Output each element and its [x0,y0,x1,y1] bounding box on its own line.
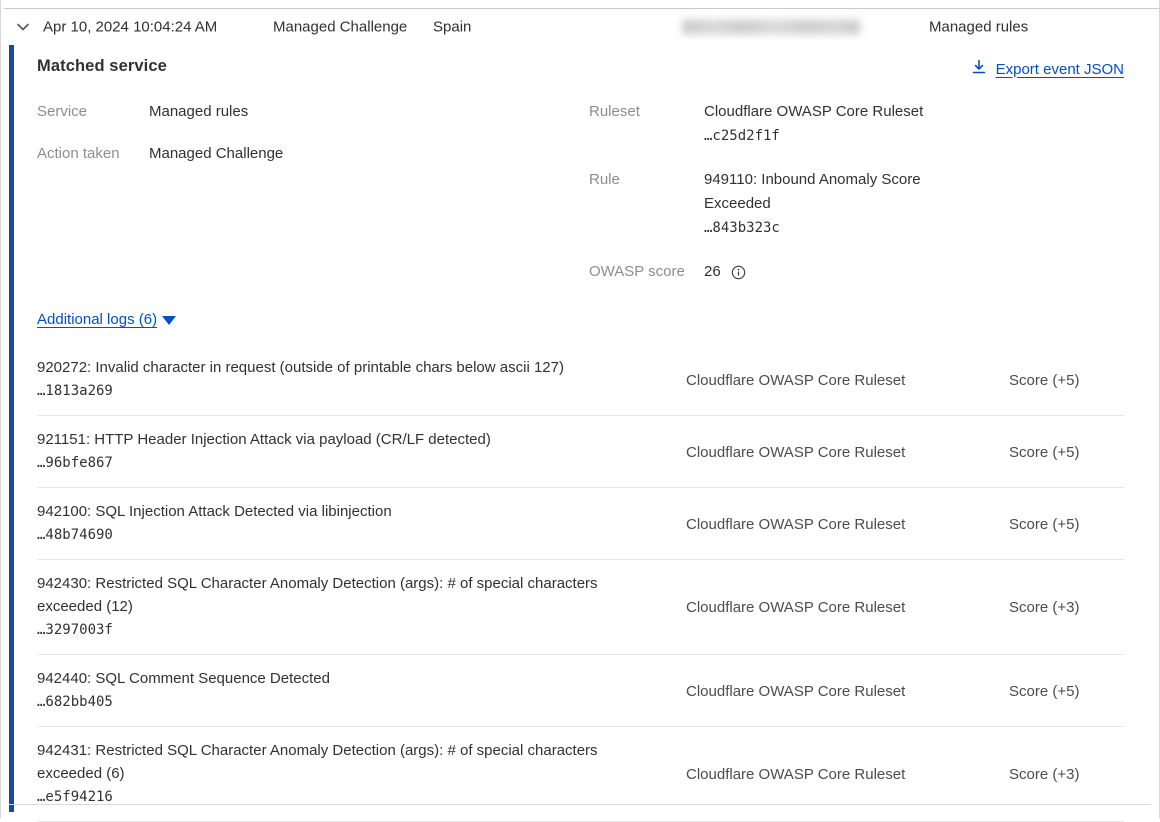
field-action-taken: Action taken Managed Challenge [37,142,283,166]
log-rule-hash: …682bb405 [37,694,113,710]
log-rule-cell: 942100: SQL Injection Attack Detected vi… [37,500,686,548]
log-rule-description: 942100: SQL Injection Attack Detected vi… [37,503,392,520]
download-icon [971,59,987,79]
field-rule-label: Rule [589,171,620,188]
field-action-taken-label: Action taken [37,145,120,162]
event-redacted-value [682,19,860,35]
log-score: Score (+5) [1009,443,1080,461]
field-ruleset-value: Cloudflare OWASP Core Ruleset …c25d2f1f [704,100,923,148]
log-score: Score (+5) [1009,515,1080,533]
rule-name: 949110: Inbound Anomaly Score Exceeded [704,171,921,212]
additional-logs-label: Additional logs (6) [37,311,158,328]
log-rule-description: 921151: HTTP Header Injection Attack via… [37,431,491,448]
panel-title: Matched service [37,57,167,75]
log-row: 942430: Restricted SQL Character Anomaly… [37,560,1124,655]
field-owasp-score-value: 26 [704,260,746,284]
log-ruleset: Cloudflare OWASP Core Ruleset [686,682,906,700]
log-rule-cell: 920272: Invalid character in request (ou… [37,356,686,404]
rule-id-hash: …843b323c [704,220,780,236]
log-rule-hash: …3297003f [37,622,113,638]
event-summary-row[interactable]: Apr 10, 2024 10:04:24 AM Managed Challen… [1,9,1159,45]
matched-service-fields-left: Service Managed rules Action taken Manag… [37,100,283,184]
log-rule-cell: 942430: Restricted SQL Character Anomaly… [37,572,686,643]
event-detail-panel: Matched service Export event JSON Servic… [9,45,1151,822]
log-rule-description: 942431: Restricted SQL Character Anomaly… [37,742,598,782]
field-service-value: Managed rules [149,103,249,120]
log-ruleset: Cloudflare OWASP Core Ruleset [686,515,906,533]
event-action: Managed Challenge [273,18,408,36]
log-row: 942431: Restricted SQL Character Anomaly… [37,727,1124,822]
log-rule-cell: 921151: HTTP Header Injection Attack via… [37,428,686,476]
log-rule-description: 942440: SQL Comment Sequence Detected [37,670,330,687]
field-ruleset-label: Ruleset [589,103,640,120]
log-rule-hash: …96bfe867 [37,455,113,471]
triangle-down-icon [162,316,177,325]
log-score: Score (+5) [1009,371,1080,389]
additional-logs-table: 920272: Invalid character in request (ou… [37,344,1124,822]
event-country: Spain [433,18,472,36]
event-service: Managed rules [929,18,1029,36]
panel-bottom-divider [9,804,1151,805]
log-row: 942100: SQL Injection Attack Detected vi… [37,488,1124,560]
field-owasp-score: OWASP score 26 [589,260,954,284]
field-owasp-score-label: OWASP score [589,263,685,280]
field-rule-value: 949110: Inbound Anomaly Score Exceeded …… [704,168,954,240]
export-event-json-link[interactable]: Export event JSON [971,59,1124,79]
log-rule-description: 942430: Restricted SQL Character Anomaly… [37,575,598,615]
log-score: Score (+3) [1009,599,1080,616]
field-service-label: Service [37,103,88,120]
log-ruleset: Cloudflare OWASP Core Ruleset [686,371,906,389]
field-action-taken-value: Managed Challenge [149,145,284,162]
ruleset-id-hash: …c25d2f1f [704,128,780,144]
log-ruleset: Cloudflare OWASP Core Ruleset [686,766,906,783]
ruleset-name: Cloudflare OWASP Core Ruleset [704,103,924,120]
event-timestamp: Apr 10, 2024 10:04:24 AM [43,18,218,36]
field-service: Service Managed rules [37,100,283,124]
log-row: 920272: Invalid character in request (ou… [37,344,1124,416]
firewall-event-detail: Apr 10, 2024 10:04:24 AM Managed Challen… [0,0,1160,822]
matched-service-fields-right: Ruleset Cloudflare OWASP Core Ruleset …c… [589,100,954,304]
owasp-score-number: 26 [704,263,721,280]
log-rule-cell: 942431: Restricted SQL Character Anomaly… [37,739,686,810]
log-rule-hash: …48b74690 [37,527,113,543]
log-rule-hash: …e5f94216 [37,789,113,805]
info-icon[interactable] [731,265,746,280]
log-ruleset: Cloudflare OWASP Core Ruleset [686,443,906,461]
field-ruleset: Ruleset Cloudflare OWASP Core Ruleset …c… [589,100,954,148]
log-rule-cell: 942440: SQL Comment Sequence Detected …6… [37,667,686,715]
additional-logs-toggle[interactable]: Additional logs (6) [37,311,177,328]
log-rule-hash: …1813a269 [37,383,113,399]
log-rule-description: 920272: Invalid character in request (ou… [37,359,564,376]
log-ruleset: Cloudflare OWASP Core Ruleset [686,599,906,616]
chevron-down-icon[interactable] [14,18,32,36]
field-rule: Rule 949110: Inbound Anomaly Score Excee… [589,168,954,240]
log-score: Score (+5) [1009,682,1080,700]
log-score: Score (+3) [1009,766,1080,783]
log-row: 942440: SQL Comment Sequence Detected …6… [37,655,1124,727]
export-event-json-label: Export event JSON [995,60,1124,78]
log-row: 921151: HTTP Header Injection Attack via… [37,416,1124,488]
